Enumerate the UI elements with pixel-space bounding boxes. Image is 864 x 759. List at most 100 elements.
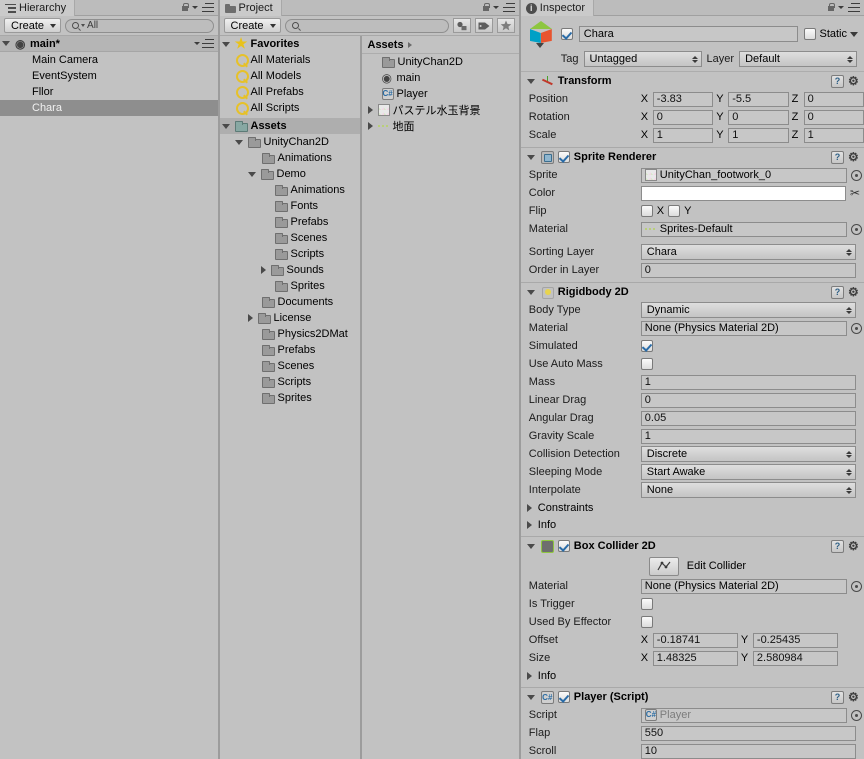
- object-field[interactable]: Sprites-Default: [640, 221, 847, 237]
- hierarchy-item[interactable]: EventSystem: [0, 68, 218, 84]
- foldout-row[interactable]: Constraints: [521, 499, 864, 516]
- chevron-down-icon[interactable]: [838, 6, 844, 9]
- dropdown-control[interactable]: Chara: [640, 244, 856, 260]
- project-content-item[interactable]: ◉ main: [362, 70, 519, 86]
- chevron-down-icon[interactable]: [234, 139, 243, 145]
- text-input[interactable]: 0: [640, 262, 856, 278]
- project-content-item[interactable]: 地面: [362, 118, 519, 134]
- chevron-down-icon[interactable]: [526, 543, 535, 549]
- project-tree-item[interactable]: Scripts: [220, 246, 360, 262]
- chevron-down-icon[interactable]: [221, 41, 230, 47]
- help-icon[interactable]: ?: [831, 285, 844, 299]
- hierarchy-scene-row[interactable]: ◉ main*: [0, 36, 218, 52]
- field-x[interactable]: 1: [652, 127, 714, 143]
- project-tree-item[interactable]: Scripts: [220, 374, 360, 390]
- object-field[interactable]: None (Physics Material 2D): [640, 578, 847, 594]
- chevron-down-icon[interactable]: [191, 6, 198, 9]
- project-tree-item[interactable]: Prefabs: [220, 214, 360, 230]
- favorite-item[interactable]: All Scripts: [220, 100, 360, 116]
- foldout-row[interactable]: Info: [521, 516, 864, 533]
- field-y[interactable]: 1: [728, 127, 789, 143]
- gear-icon[interactable]: ⚙: [848, 286, 860, 298]
- field-z[interactable]: 0: [803, 91, 864, 107]
- chevron-right-icon[interactable]: [367, 106, 373, 114]
- project-content-item[interactable]: UnityChan2D: [362, 54, 519, 70]
- object-field[interactable]: UnityChan_footwork_0: [640, 167, 847, 183]
- project-tree-item[interactable]: License: [220, 310, 360, 326]
- filter-by-type-button[interactable]: [452, 18, 471, 33]
- help-icon[interactable]: ?: [831, 74, 844, 88]
- chevron-right-icon[interactable]: [367, 122, 373, 130]
- dropdown-control[interactable]: Discrete: [640, 446, 856, 462]
- field-y[interactable]: -0.25435: [752, 632, 839, 648]
- flip-y-checkbox[interactable]: [668, 205, 681, 217]
- tab-inspector[interactable]: i Inspector: [520, 0, 595, 16]
- help-icon[interactable]: ?: [831, 690, 844, 704]
- gear-icon[interactable]: ⚙: [848, 691, 860, 703]
- field-y[interactable]: 2.580984: [752, 650, 839, 666]
- panel-menu-icon[interactable]: [201, 3, 214, 12]
- text-input[interactable]: 1: [640, 428, 856, 444]
- component-header[interactable]: Sprite Renderer ? ⚙: [520, 148, 864, 166]
- lock-icon[interactable]: [181, 3, 189, 12]
- lock-icon[interactable]: [482, 3, 490, 12]
- gear-icon[interactable]: ⚙: [848, 151, 860, 163]
- text-input[interactable]: 0: [640, 392, 856, 408]
- project-tree-item[interactable]: Physics2DMat: [220, 326, 360, 342]
- object-picker-button[interactable]: [851, 223, 862, 235]
- chevron-right-icon[interactable]: [247, 314, 253, 322]
- project-content-item[interactable]: C# Player: [362, 86, 519, 102]
- object-picker-button[interactable]: [851, 322, 862, 334]
- hierarchy-create-button[interactable]: Create: [4, 18, 62, 33]
- component-header[interactable]: Transform ? ⚙: [520, 72, 864, 90]
- favorite-item[interactable]: All Materials: [220, 52, 360, 68]
- static-checkbox[interactable]: [804, 28, 817, 40]
- chevron-down-icon[interactable]: [526, 154, 535, 160]
- toggle-checkbox[interactable]: [640, 340, 653, 352]
- project-create-button[interactable]: Create: [223, 18, 281, 33]
- component-header[interactable]: Box Collider 2D ? ⚙: [520, 537, 864, 555]
- gameobject-enabled-checkbox[interactable]: [560, 28, 573, 40]
- chevron-down-icon[interactable]: [526, 78, 535, 84]
- object-field[interactable]: None (Physics Material 2D): [640, 320, 847, 336]
- object-picker-button[interactable]: [851, 580, 862, 592]
- scene-menu-button[interactable]: [193, 39, 214, 48]
- field-y[interactable]: -5.5: [728, 91, 789, 107]
- layer-dropdown[interactable]: Default: [739, 51, 858, 67]
- hierarchy-item[interactable]: Fllor: [0, 84, 218, 100]
- project-tree-item[interactable]: Sprites: [220, 390, 360, 406]
- field-x[interactable]: -0.18741: [652, 632, 738, 648]
- field-z[interactable]: 1: [803, 127, 864, 143]
- project-tree-item[interactable]: Animations: [220, 150, 360, 166]
- project-tree-item[interactable]: Sounds: [220, 262, 360, 278]
- chevron-down-icon[interactable]: [221, 123, 230, 129]
- tab-project[interactable]: Project: [219, 0, 282, 16]
- text-input[interactable]: 0.05: [640, 410, 856, 426]
- field-x[interactable]: -3.83: [652, 91, 714, 107]
- gear-icon[interactable]: ⚙: [848, 540, 860, 552]
- project-search-input[interactable]: [284, 18, 449, 33]
- flip-x-checkbox[interactable]: [640, 205, 653, 217]
- project-tree-item[interactable]: Sprites: [220, 278, 360, 294]
- object-picker-button[interactable]: [851, 709, 862, 721]
- text-input[interactable]: 550: [640, 725, 856, 741]
- help-icon[interactable]: ?: [831, 539, 844, 553]
- chevron-down-icon[interactable]: [850, 31, 858, 37]
- filter-by-label-button[interactable]: [474, 18, 493, 33]
- chevron-right-icon[interactable]: [260, 266, 266, 274]
- text-input[interactable]: 10: [640, 743, 856, 759]
- panel-menu-icon[interactable]: [848, 3, 860, 12]
- toggle-checkbox[interactable]: [640, 598, 653, 610]
- project-content-item[interactable]: パステル水玉背景: [362, 102, 519, 118]
- project-tree-item[interactable]: Scenes: [220, 358, 360, 374]
- dropdown-control[interactable]: Start Awake: [640, 464, 856, 480]
- chevron-down-icon[interactable]: [526, 694, 535, 700]
- favorite-item[interactable]: All Prefabs: [220, 84, 360, 100]
- project-tree-item[interactable]: Animations: [220, 182, 360, 198]
- project-tree-item[interactable]: Scenes: [220, 230, 360, 246]
- hierarchy-item[interactable]: Main Camera: [0, 52, 218, 68]
- hierarchy-item[interactable]: Chara: [0, 100, 218, 116]
- object-picker-button[interactable]: [851, 169, 862, 181]
- text-input[interactable]: 1: [640, 374, 856, 390]
- breadcrumb-label[interactable]: Assets: [368, 39, 404, 51]
